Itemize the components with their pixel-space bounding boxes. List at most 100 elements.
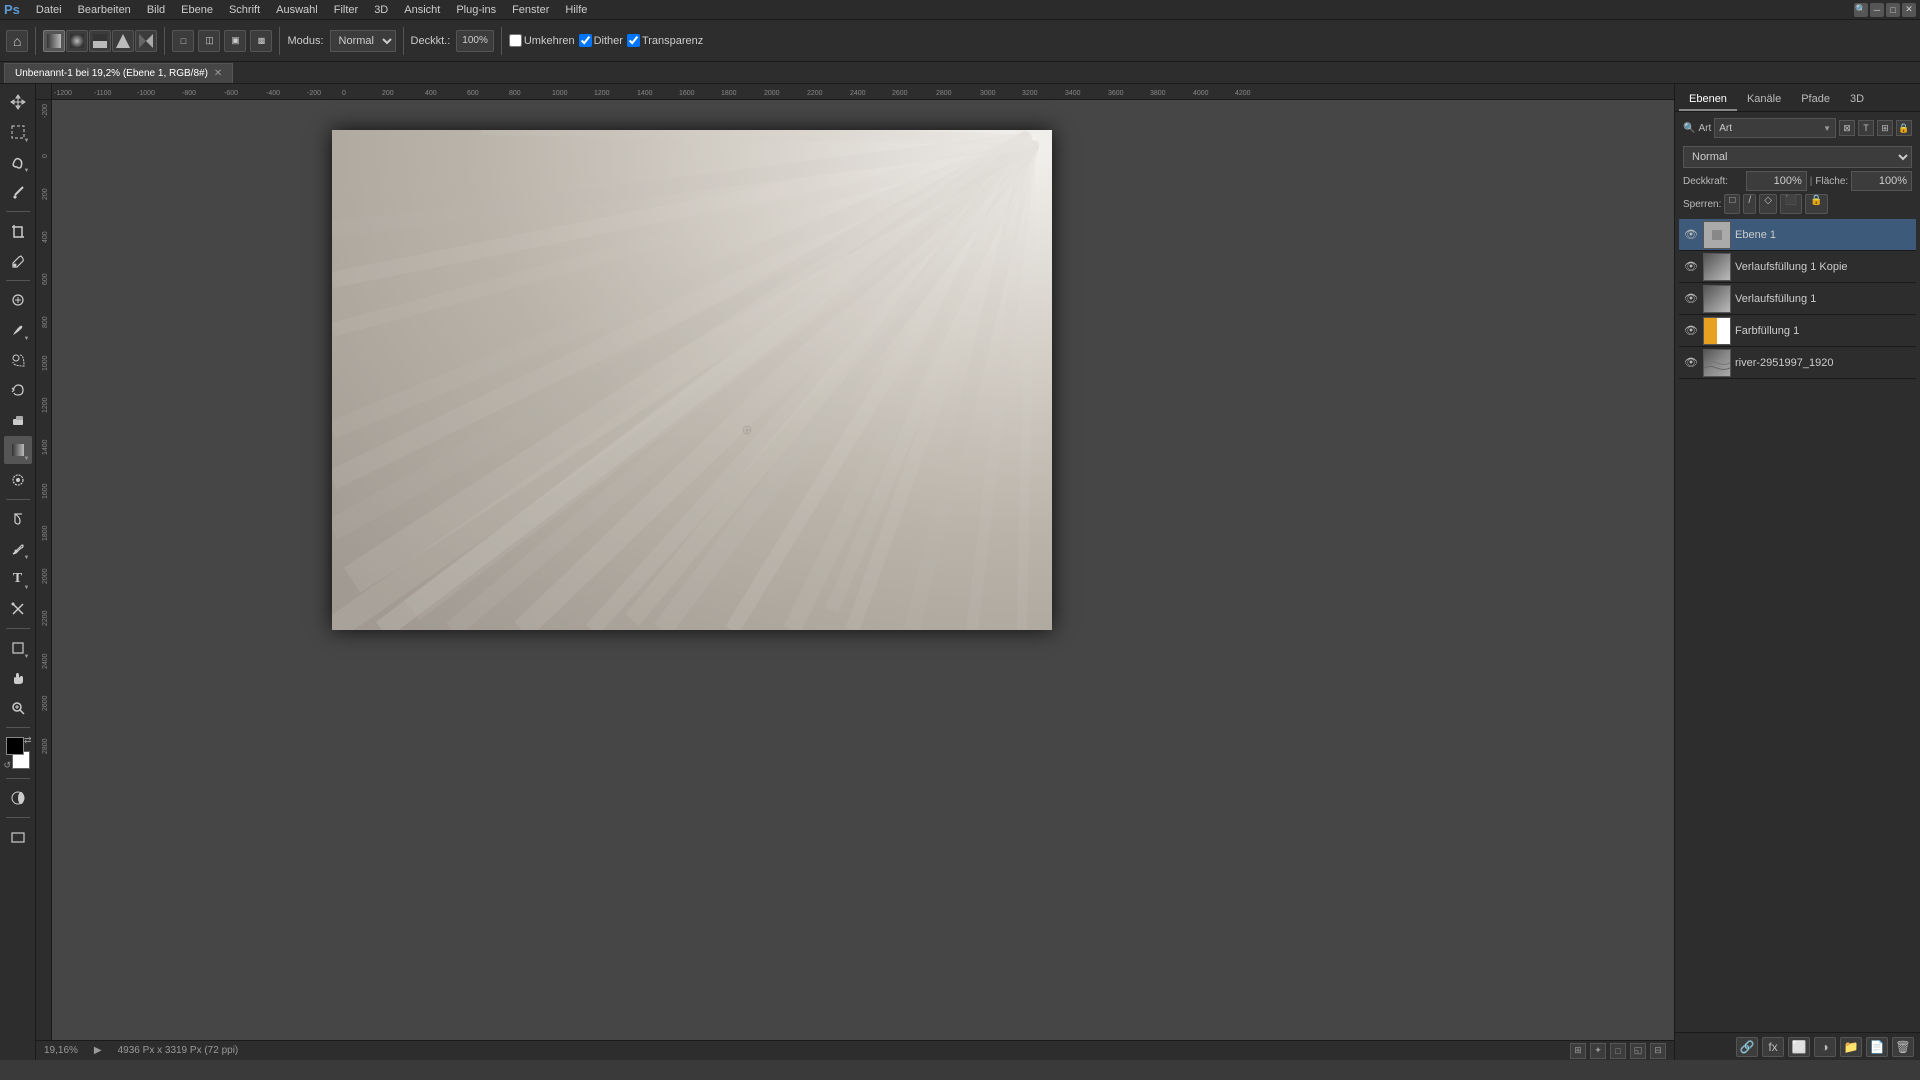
home-button[interactable]: ⌂ — [6, 30, 28, 52]
color-picker[interactable]: ⇄ ↺ — [2, 735, 34, 771]
adjustment-layer-button[interactable]: ◑ — [1814, 1037, 1836, 1057]
arrange-button-3[interactable]: ▣ — [224, 30, 246, 52]
arrange-button-2[interactable]: ◫ — [198, 30, 220, 52]
delete-layer-button[interactable]: 🗑 — [1892, 1037, 1914, 1057]
brush-tool[interactable]: ▼ — [4, 316, 32, 344]
crop-tool[interactable] — [4, 217, 32, 245]
menu-bearbeiten[interactable]: Bearbeiten — [70, 2, 139, 18]
minimize-button[interactable]: ─ — [1870, 3, 1884, 17]
lock-btn-5[interactable]: 🔒 — [1805, 194, 1827, 214]
maximize-button[interactable]: □ — [1886, 3, 1900, 17]
layer-visibility-river[interactable]: 👁 — [1683, 355, 1699, 371]
transparency-checkbox[interactable] — [627, 34, 640, 47]
invert-checkbox[interactable] — [509, 34, 522, 47]
menu-plugins[interactable]: Plug-ins — [448, 2, 504, 18]
tab-paths[interactable]: Pfade — [1791, 89, 1840, 111]
layer-icon-3[interactable]: ⊞ — [1877, 120, 1893, 136]
layer-visibility-ebene1[interactable]: 👁 — [1683, 227, 1699, 243]
tab-layers[interactable]: Ebenen — [1679, 89, 1737, 111]
arrange-button-1[interactable]: □ — [172, 30, 194, 52]
screen-mode-button[interactable] — [4, 823, 32, 851]
tab-3d[interactable]: 3D — [1840, 89, 1874, 111]
reset-colors-icon[interactable]: ↺ — [4, 760, 12, 771]
swap-colors-icon[interactable]: ⇄ — [24, 735, 32, 746]
move-tool[interactable] — [4, 88, 32, 116]
opacity-value-display[interactable]: 100% — [456, 30, 494, 52]
menu-bild[interactable]: Bild — [139, 2, 173, 18]
new-layer-button[interactable]: 📄 — [1866, 1037, 1888, 1057]
document-tab[interactable]: Unbenannt-1 bei 19,2% (Ebene 1, RGB/8#) … — [4, 63, 233, 83]
menu-datei[interactable]: Datei — [28, 2, 70, 18]
layer-visibility-farbfuellung[interactable]: 👁 — [1683, 323, 1699, 339]
shape-tool[interactable]: ▼ — [4, 634, 32, 662]
arrange-button-4[interactable]: ▩ — [250, 30, 272, 52]
foreground-color-swatch[interactable] — [6, 737, 24, 755]
menu-filter[interactable]: Filter — [326, 2, 366, 18]
menu-auswahl[interactable]: Auswahl — [268, 2, 326, 18]
opacity-input-wrapper[interactable]: 100% — [1746, 171, 1807, 191]
invert-label[interactable]: Umkehren — [524, 35, 575, 47]
new-group-button[interactable]: 📁 — [1840, 1037, 1862, 1057]
dither-label[interactable]: Dither — [594, 35, 623, 47]
gradient-tool-3[interactable] — [89, 30, 111, 52]
lock-btn-3[interactable]: ◇ — [1759, 194, 1777, 214]
menu-hilfe[interactable]: Hilfe — [557, 2, 595, 18]
eyedropper-tool[interactable] — [4, 247, 32, 275]
pen-tool[interactable]: ▼ — [4, 535, 32, 563]
menu-ansicht[interactable]: Ansicht — [396, 2, 448, 18]
healing-tool[interactable] — [4, 286, 32, 314]
dither-checkbox[interactable] — [579, 34, 592, 47]
gradient-tool-1[interactable] — [43, 30, 65, 52]
lock-btn-1[interactable]: □ — [1724, 194, 1740, 214]
link-layers-button[interactable]: 🔗 — [1736, 1037, 1758, 1057]
zoom-tool[interactable] — [4, 694, 32, 722]
lasso-tool[interactable]: ▼ — [4, 148, 32, 176]
status-btn-1[interactable]: ⊞ — [1570, 1043, 1586, 1059]
gradient-tool-5[interactable] — [135, 30, 157, 52]
path-selection-tool[interactable] — [4, 595, 32, 623]
layer-icon-1[interactable]: ⊠ — [1839, 120, 1855, 136]
menu-ebene[interactable]: Ebene — [173, 2, 221, 18]
type-tool[interactable]: T ▼ — [4, 565, 32, 593]
close-button[interactable]: ✕ — [1902, 3, 1916, 17]
hand-tool[interactable] — [4, 664, 32, 692]
selection-tool[interactable]: ▼ — [4, 118, 32, 146]
eraser-tool[interactable] — [4, 406, 32, 434]
quick-mask-button[interactable] — [4, 784, 32, 812]
layer-mode-select[interactable]: Normal — [1683, 146, 1912, 168]
gradient-tool-2[interactable] — [66, 30, 88, 52]
lock-btn-2[interactable]: / — [1743, 194, 1756, 214]
blur-tool[interactable] — [4, 466, 32, 494]
dodge-tool[interactable] — [4, 505, 32, 533]
clone-tool[interactable] — [4, 346, 32, 374]
menu-3d[interactable]: 3D — [366, 2, 396, 18]
menu-fenster[interactable]: Fenster — [504, 2, 557, 18]
layer-item-verlauf-kopie[interactable]: 👁 Verlaufsfüllung 1 Kopie — [1679, 251, 1916, 283]
lock-btn-4[interactable]: ⬛ — [1780, 194, 1802, 214]
layer-type-select-wrapper[interactable]: Art ▼ — [1714, 118, 1836, 138]
search-icon[interactable]: 🔍 — [1854, 3, 1868, 17]
add-mask-button[interactable]: ⬜ — [1788, 1037, 1810, 1057]
layer-visibility-verlauf-kopie[interactable]: 👁 — [1683, 259, 1699, 275]
mode-select[interactable]: Normal — [330, 30, 396, 52]
area-input-wrapper[interactable]: 100% — [1851, 171, 1912, 191]
layer-style-button[interactable]: fx — [1762, 1037, 1784, 1057]
status-btn-4[interactable]: ◱ — [1630, 1043, 1646, 1059]
layer-item-ebene1[interactable]: 👁 Ebene 1 — [1679, 219, 1916, 251]
status-btn-2[interactable]: ✦ — [1590, 1043, 1606, 1059]
magic-wand-tool[interactable] — [4, 178, 32, 206]
gradient-tool-4[interactable] — [112, 30, 134, 52]
menu-schrift[interactable]: Schrift — [221, 2, 268, 18]
transparency-label[interactable]: Transparenz — [642, 35, 703, 47]
tab-close-icon[interactable]: ✕ — [214, 68, 222, 79]
layer-item-river[interactable]: 👁 river-2951997_1920 — [1679, 347, 1916, 379]
status-btn-5[interactable]: ⊟ — [1650, 1043, 1666, 1059]
workspace[interactable] — [52, 100, 1674, 1040]
tab-channels[interactable]: Kanäle — [1737, 89, 1791, 111]
status-btn-3[interactable]: □ — [1610, 1043, 1626, 1059]
layer-item-farbfuellung[interactable]: 👁 Farbfüllung 1 — [1679, 315, 1916, 347]
layer-item-verlauf[interactable]: 👁 Verlaufsfüllung 1 — [1679, 283, 1916, 315]
history-brush-tool[interactable] — [4, 376, 32, 404]
layer-visibility-verlauf[interactable]: 👁 — [1683, 291, 1699, 307]
layer-icon-4[interactable]: 🔒 — [1896, 120, 1912, 136]
